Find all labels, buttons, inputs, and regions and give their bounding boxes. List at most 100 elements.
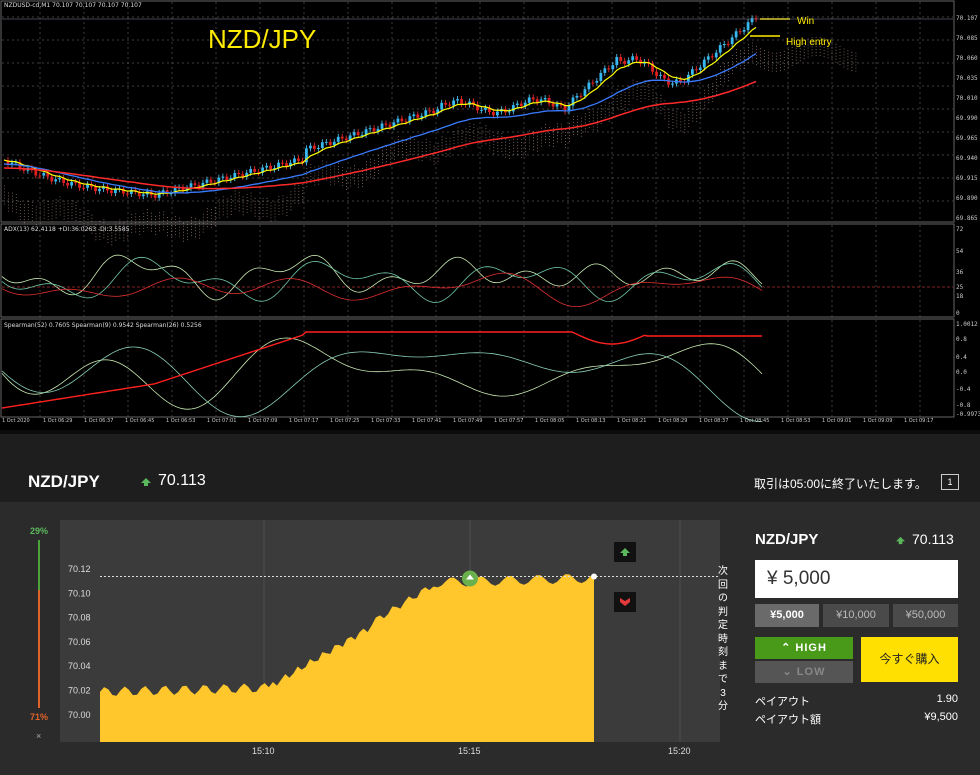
high-label: HIGH (795, 642, 827, 654)
time-axis-label: 1 Oct 08:53 (781, 418, 811, 424)
time-axis-label: 1 Oct 09:17 (904, 418, 934, 424)
time-axis-label: 1 Oct 06:45 (125, 418, 155, 424)
spearman-title: Spearman(52) 0.7605 Spearman(9) 0.9542 S… (4, 322, 202, 329)
price-axis-label: 69.915 (956, 175, 978, 182)
low-sentiment-bar (38, 590, 40, 708)
price-area-series (100, 573, 594, 742)
trading-close-notice: 取引は05:00に終了いたします。 (754, 477, 927, 491)
time-axis-label: 1 Oct 08:21 (617, 418, 647, 424)
time-axis-label: 1 Oct 2020 (2, 418, 30, 424)
price-axis-label: 70.060 (956, 55, 978, 62)
time-axis-label: 1 Oct 07:17 (289, 418, 319, 424)
win-label: Win (797, 16, 815, 27)
price-axis-label: 69.890 (956, 195, 978, 202)
x-axis-label: 15:20 (668, 746, 691, 756)
payout-amount-label: ペイアウト額 (755, 714, 821, 726)
adx-axis-label: 54 (956, 248, 964, 255)
y-axis-label: 70.06 (68, 637, 91, 647)
time-axis-label: 1 Oct 09:09 (863, 418, 893, 424)
adx-axis-label: 0 (956, 310, 960, 317)
mt4-chart-window: NZDUSD-cd,M1 70.107 70.107 70.107 70.107… (0, 0, 980, 430)
spearman-axis-label: -0.8 (956, 402, 971, 409)
y-axis-label: 70.02 (68, 686, 91, 696)
time-axis-label: 1 Oct 07:01 (207, 418, 237, 424)
time-axis-label: 1 Oct 07:25 (330, 418, 360, 424)
high-sentiment-bar (38, 540, 40, 590)
price-axis-label: 69.965 (956, 135, 978, 142)
amount-option-5000[interactable]: ¥5,000 (755, 604, 819, 627)
price-axis-label: 70.035 (956, 75, 978, 82)
x-axis-label: 15:10 (252, 746, 275, 756)
up-arrow-icon (141, 478, 151, 486)
price-axis-label: 69.940 (956, 155, 978, 162)
y-axis-label: 70.00 (68, 710, 91, 720)
price-axis-label: 70.010 (956, 95, 978, 102)
time-axis-label: 1 Oct 07:57 (494, 418, 524, 424)
mt4-chart-canvas (0, 0, 955, 422)
up-arrow-icon: ⌃ (781, 642, 796, 654)
panel-rate: 70.113 (912, 531, 954, 547)
main-chart-title: NZDUSD-cd,M1 70.107 70.107 70.107 70.107 (4, 2, 142, 9)
amount-input[interactable]: ¥ 5,000 (755, 560, 958, 598)
buy-now-button[interactable]: 今すぐ購入 (861, 637, 958, 682)
low-button[interactable]: ⌄ LOW (755, 661, 853, 683)
chart-pair-label: NZD/JPY (208, 24, 317, 54)
amount-option-10000[interactable]: ¥10,000 (823, 604, 889, 627)
order-panel: NZD/JPY 70.113 ¥ 5,000 ¥5,000 ¥10,000 ¥5… (744, 520, 980, 770)
spearman-axis-label: 0.4 (956, 354, 967, 361)
header-pair: NZD/JPY (28, 472, 100, 491)
time-axis-label: 1 Oct 08:37 (699, 418, 729, 424)
y-axis-label: 70.04 (68, 661, 91, 671)
high-button[interactable]: ⌃ HIGH (755, 637, 853, 659)
price-axis-label: 70.085 (956, 35, 978, 42)
price-axis-label: 69.990 (956, 115, 978, 122)
time-axis-label: 1 Oct 06:37 (84, 418, 114, 424)
low-label: LOW (796, 666, 826, 678)
payout-label: ペイアウト (755, 696, 810, 708)
header-rate: 70.113 (158, 472, 206, 489)
payout-amount-value: ¥9,500 (924, 711, 958, 723)
price-axis-label: 70.107 (956, 15, 978, 22)
price-axis-label: 69.865 (956, 215, 978, 222)
adx-axis-label: 18 (956, 293, 964, 300)
low-marker-icon (614, 592, 636, 612)
amount-option-50000[interactable]: ¥50,000 (893, 604, 958, 627)
current-price-dot (591, 573, 597, 580)
help-icon[interactable]: 1 (941, 474, 959, 490)
time-axis-label: 1 Oct 08:29 (658, 418, 688, 424)
x-axis-label: 15:15 (458, 746, 481, 756)
high-sentiment-pct: 29% (30, 526, 49, 536)
spearman-axis-label: 0.0 (956, 369, 967, 376)
y-axis-label: 70.10 (68, 588, 91, 598)
time-axis-label: 1 Oct 06:29 (43, 418, 73, 424)
time-axis-label: 1 Oct 08:05 (535, 418, 565, 424)
time-axis-label: 1 Oct 07:33 (371, 418, 401, 424)
high-marker-icon (614, 542, 636, 562)
low-sentiment-pct: 71% (30, 712, 49, 722)
adx-axis-label: 25 (956, 284, 964, 291)
y-axis-label: 70.12 (68, 564, 91, 574)
down-arrow-icon: ⌄ (782, 666, 797, 678)
countdown-label: 次回の判定時刻まで3分 (718, 566, 728, 712)
spearman-axis-label: 0.8 (956, 336, 967, 343)
y-axis-label: 70.08 (68, 613, 91, 623)
adx-axis-label: 72 (956, 226, 964, 233)
spearman-axis-label: -0.9973 (956, 411, 980, 418)
up-arrow-icon (896, 536, 905, 545)
time-axis-label: 1 Oct 08:13 (576, 418, 606, 424)
sentiment-bar: 29% 71% × (30, 526, 49, 748)
adx-axis-label: 36 (956, 269, 964, 276)
close-icon[interactable]: × (36, 731, 41, 741)
trade-header: NZD/JPY 70.113 取引は05:00に終了いたします。 1 (0, 430, 980, 502)
time-axis-label: 1 Oct 08:45 (740, 418, 770, 424)
time-axis-label: 1 Oct 07:49 (453, 418, 483, 424)
adx-title: ADX(13) 62.4118 +DI:36.0263 -DI:3.5585 (4, 226, 130, 233)
entry-label: High entry (786, 37, 832, 48)
spearman-axis-label: -0.4 (956, 386, 971, 393)
payout-value: 1.90 (936, 693, 958, 705)
time-axis-label: 1 Oct 06:53 (166, 418, 196, 424)
time-axis-label: 1 Oct 07:09 (248, 418, 278, 424)
spearman-axis-label: 1.0012 (956, 321, 978, 328)
panel-pair: NZD/JPY (755, 531, 819, 548)
time-axis-label: 1 Oct 07:41 (412, 418, 442, 424)
